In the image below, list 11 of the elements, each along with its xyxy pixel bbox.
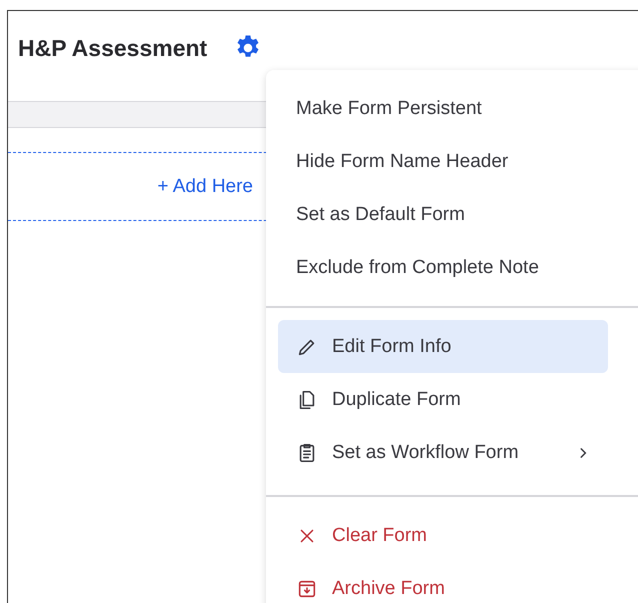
form-title: H&P Assessment xyxy=(18,34,208,62)
add-here-link[interactable]: + Add Here xyxy=(157,176,253,198)
menu-item[interactable]: Clear Form xyxy=(278,509,608,562)
menu-item[interactable]: Hide Form Name Header xyxy=(278,135,608,188)
menu-item[interactable]: Edit Form Info xyxy=(278,320,608,373)
menu-item[interactable]: Archive Form xyxy=(278,562,608,603)
menu-item[interactable]: Duplicate Form xyxy=(278,373,608,426)
menu-item[interactable]: Set as Default Form xyxy=(278,188,608,241)
menu-item[interactable]: Exclude from Complete Note xyxy=(278,241,608,294)
menu-item[interactable]: Make Form Persistent xyxy=(278,82,608,135)
menu-item[interactable]: Set as Workflow Form xyxy=(278,426,608,479)
